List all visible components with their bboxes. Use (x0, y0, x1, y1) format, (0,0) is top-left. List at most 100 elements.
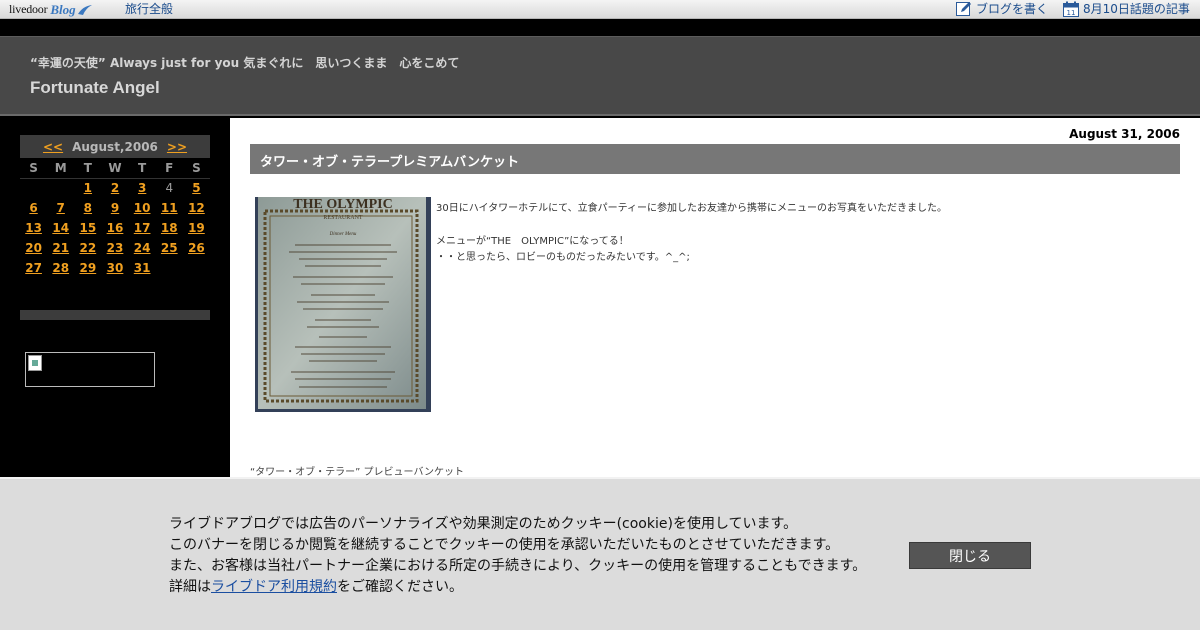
post-date: August 31, 2006 (1069, 127, 1180, 141)
calendar-header: << August,2006 >> (20, 135, 210, 158)
calendar-day[interactable]: 13 (20, 218, 47, 238)
calendar-weekday: M (47, 158, 75, 179)
post-body: 30日にハイタワーホテルにて、立食パーティーに参加したお友達から携帯にメニューの… (436, 201, 947, 266)
calendar-day-link[interactable]: 6 (29, 201, 37, 215)
calendar-day[interactable]: 18 (156, 218, 183, 238)
post-title[interactable]: タワー・オブ・テラープレミアムバンケット (260, 151, 519, 170)
calendar-day-link[interactable]: 3 (138, 181, 146, 195)
calendar-day (20, 178, 47, 198)
calendar-day[interactable]: 20 (20, 238, 47, 258)
calendar-day[interactable]: 19 (183, 218, 210, 238)
calendar-day[interactable]: 27 (20, 258, 47, 278)
calendar-day[interactable]: 7 (47, 198, 74, 218)
livedoor-toolbar: livedoor Blog 旅行全般 ブログを書く 11 8月10日話題の記事 (0, 0, 1200, 19)
post-photo[interactable]: THE OLYMPIC RESTAURANT Dinner Menu (255, 197, 431, 412)
calendar-day-link[interactable]: 1 (84, 181, 92, 195)
calendar-day-link[interactable]: 31 (134, 261, 151, 275)
calendar-day[interactable]: 5 (183, 178, 210, 198)
calendar-day-link[interactable]: 8 (84, 201, 92, 215)
calendar-day-link[interactable]: 20 (25, 241, 42, 255)
calendar-weekday: T (74, 158, 102, 179)
calendar-day-link[interactable]: 16 (107, 221, 124, 235)
calendar-prev-link[interactable]: << (43, 140, 63, 154)
calendar-day[interactable]: 26 (183, 238, 210, 258)
livedoor-blog-logo[interactable]: livedoor Blog (9, 1, 93, 18)
calendar-day-link[interactable]: 11 (161, 201, 178, 215)
calendar-day-link[interactable]: 13 (25, 221, 42, 235)
calendar-day-link[interactable]: 14 (52, 221, 69, 235)
calendar-day-link[interactable]: 15 (80, 221, 97, 235)
calendar-day-link[interactable]: 23 (107, 241, 124, 255)
cookie-line: また、お客様は当社パートナー企業における所定の手続きにより、クッキーの使用を管理… (169, 558, 867, 574)
photo-menu-title: Dinner Menu (329, 232, 357, 237)
menu-photo-illustration: THE OLYMPIC RESTAURANT Dinner Menu (255, 197, 431, 412)
calendar-day[interactable]: 9 (101, 198, 128, 218)
calendar-weekday: S (20, 158, 48, 179)
calendar-day (47, 178, 74, 198)
write-blog-label: ブログを書く (976, 2, 1049, 16)
calendar-day[interactable]: 14 (47, 218, 74, 238)
calendar-day-link[interactable]: 18 (161, 221, 178, 235)
topic-articles-link[interactable]: 11 8月10日話題の記事 (1063, 1, 1190, 17)
calendar-day[interactable]: 1 (74, 178, 101, 198)
calendar-day[interactable]: 30 (101, 258, 128, 278)
calendar-day-link[interactable]: 28 (52, 261, 69, 275)
category-link[interactable]: 旅行全般 (125, 1, 173, 17)
calendar-day[interactable]: 12 (183, 198, 210, 218)
calendar-day[interactable]: 29 (74, 258, 101, 278)
calendar-day[interactable]: 16 (101, 218, 128, 238)
calendar-day-link[interactable]: 5 (192, 181, 200, 195)
calendar-day-link[interactable]: 19 (188, 221, 205, 235)
calendar-next-link[interactable]: >> (167, 140, 187, 154)
calendar-day-link[interactable]: 10 (134, 201, 151, 215)
cookie-line: このバナーを閉じるか閲覧を継続することでクッキーの使用を承認いただいたものとさせ… (169, 537, 840, 553)
calendar-day[interactable]: 22 (74, 238, 101, 258)
write-blog-link[interactable]: ブログを書く (956, 1, 1048, 17)
sidebar-banner-image[interactable] (25, 352, 155, 387)
calendar-day-link[interactable]: 17 (134, 221, 151, 235)
calendar-day[interactable]: 31 (129, 258, 156, 278)
calendar-day-link[interactable]: 2 (111, 181, 119, 195)
calendar-day[interactable]: 15 (74, 218, 101, 238)
calendar-day (183, 258, 210, 278)
calendar-day[interactable]: 11 (156, 198, 183, 218)
cookie-close-button[interactable]: 閉じる (909, 542, 1031, 569)
calendar-day[interactable]: 17 (129, 218, 156, 238)
calendar-day[interactable]: 23 (101, 238, 128, 258)
calendar-day[interactable]: 8 (74, 198, 101, 218)
cookie-detail-line: 詳細はライブドア利用規約をご確認ください。 (169, 577, 866, 598)
calendar-day (156, 258, 183, 278)
cookie-notice-text: ライブドアブログでは広告のパーソナライズや効果測定のためクッキー(cookie)… (169, 514, 866, 598)
calendar-weekday: S (182, 158, 210, 179)
calendar-day[interactable]: 2 (101, 178, 128, 198)
calendar-weekday: W (101, 158, 129, 179)
calendar-day-link[interactable]: 24 (134, 241, 151, 255)
calendar-weekday: T (128, 158, 156, 179)
blog-title[interactable]: Fortunate Angel (30, 78, 160, 98)
calendar-day[interactable]: 21 (47, 238, 74, 258)
broken-image-icon (28, 355, 42, 371)
calendar-day[interactable]: 24 (129, 238, 156, 258)
calendar-days: 1 2 3 4 5 6 7 8 9 10 11 12 13 14 15 16 17 18 19 20 21 22 23 24 2… (20, 178, 210, 278)
terms-link[interactable]: ライブドア利用規約 (211, 579, 337, 595)
calendar-day-link[interactable]: 9 (111, 201, 119, 215)
calendar-day[interactable]: 25 (156, 238, 183, 258)
blog-tagline: “幸運の天使” Always just for you 気まぐれに 思いつくまま… (30, 56, 460, 70)
calendar-day-link[interactable]: 25 (161, 241, 178, 255)
calendar-day-link[interactable]: 12 (188, 201, 205, 215)
related-post-link[interactable]: “タワー・オブ・テラー” プレビューバンケット (250, 463, 464, 478)
calendar-day[interactable]: 6 (20, 198, 47, 218)
calendar-day-link[interactable]: 29 (80, 261, 97, 275)
calendar-day-link[interactable]: 26 (188, 241, 205, 255)
calendar-day[interactable]: 28 (47, 258, 74, 278)
calendar-month: August,2006 (72, 139, 158, 154)
calendar-day-link[interactable]: 27 (25, 261, 42, 275)
calendar-day-link[interactable]: 22 (80, 241, 97, 255)
calendar-day-link[interactable]: 30 (107, 261, 124, 275)
calendar-day-link[interactable]: 21 (52, 241, 69, 255)
calendar-week: 1 2 3 4 5 (20, 178, 210, 198)
calendar-day[interactable]: 10 (129, 198, 156, 218)
calendar-day[interactable]: 3 (129, 178, 156, 198)
calendar-day-link[interactable]: 7 (57, 201, 65, 215)
cookie-banner: ライブドアブログでは広告のパーソナライズや効果測定のためクッキー(cookie)… (0, 477, 1200, 630)
